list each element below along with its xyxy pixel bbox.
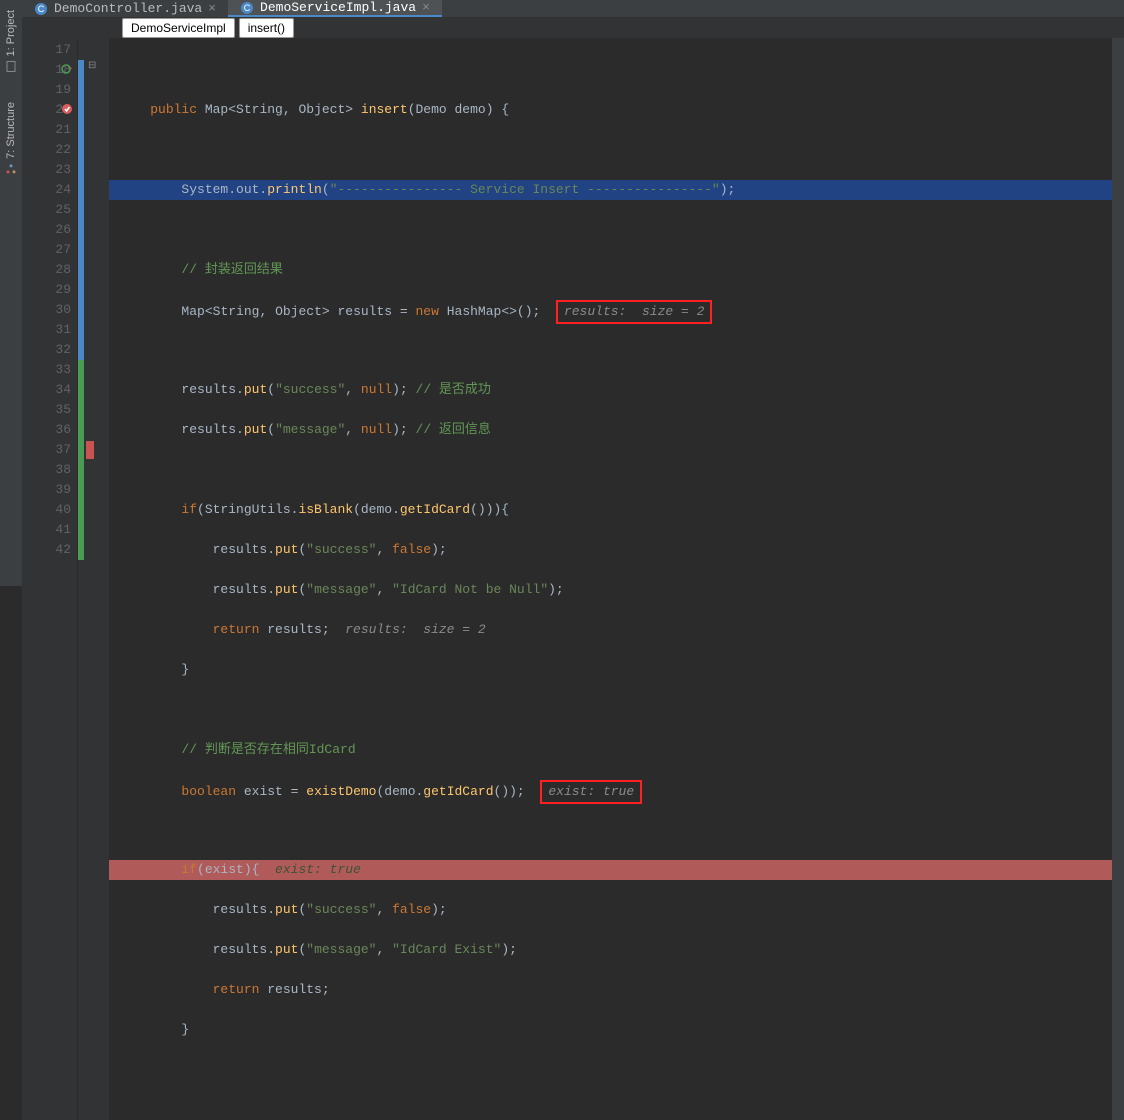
tab-label: DemoServiceImpl.java <box>260 0 416 15</box>
code-line <box>109 700 1124 720</box>
line-number: 20 <box>22 100 71 120</box>
code-line <box>109 140 1124 160</box>
tool-window-structure[interactable]: 7: Structure <box>5 102 17 175</box>
tool-window-project-label: 1: Project <box>5 10 17 56</box>
line-number: 42 <box>22 540 71 560</box>
vcs-added-strip <box>78 360 84 560</box>
code-line: results.put("success", null); // 是否成功 <box>109 380 1124 400</box>
line-number: 36 <box>22 420 71 440</box>
line-number: 31 <box>22 320 71 340</box>
breadcrumb-method[interactable]: insert() <box>239 18 294 38</box>
vcs-modified-strip <box>78 60 84 360</box>
project-icon <box>5 60 17 72</box>
debug-inlay-hint: results: size = 2 <box>556 300 712 324</box>
tool-window-bar: 1: Project 7: Structure <box>0 0 22 586</box>
scrollbar-track[interactable] <box>1112 38 1124 1120</box>
code-line: public Map<String, Object> insert(Demo d… <box>109 100 1124 120</box>
code-line <box>109 60 1124 80</box>
tool-window-project[interactable]: 1: Project <box>5 10 17 72</box>
debug-inlay-hint: results: size = 2 <box>330 622 486 637</box>
code-line: if(StringUtils.isBlank(demo.getIdCard())… <box>109 500 1124 520</box>
code-line-execution: if(exist){ exist: true <box>109 860 1124 880</box>
line-number: 30 <box>22 300 71 320</box>
code-line: } <box>109 660 1124 680</box>
line-number: 22 <box>22 140 71 160</box>
breadcrumb-class[interactable]: DemoServiceImpl <box>122 18 235 38</box>
line-number: 37 <box>22 440 71 460</box>
override-icon[interactable] <box>61 63 73 75</box>
svg-text:C: C <box>244 3 251 13</box>
code-line: results.put("success", false); <box>109 540 1124 560</box>
code-line: results.put("message", "IdCard Not be Nu… <box>109 580 1124 600</box>
line-number: 21 <box>22 120 71 140</box>
editor-tabs: C DemoController.java × C DemoServiceImp… <box>22 0 1124 18</box>
line-number: 24 <box>22 180 71 200</box>
code-line <box>109 1060 1124 1080</box>
line-number: 26 <box>22 220 71 240</box>
code-line: return results; <box>109 980 1124 1000</box>
code-line: return results; results: size = 2 <box>109 620 1124 640</box>
code-line <box>109 820 1124 840</box>
line-number: 18 <box>22 60 71 80</box>
line-number: 29 <box>22 280 71 300</box>
close-icon[interactable]: × <box>208 1 216 16</box>
code-line: results.put("message", null); // 返回信息 <box>109 420 1124 440</box>
tab-democontroller[interactable]: C DemoController.java × <box>22 0 228 17</box>
tab-demoserviceimpl[interactable]: C DemoServiceImpl.java × <box>228 0 442 17</box>
code-line <box>109 220 1124 240</box>
structure-icon <box>5 163 17 175</box>
code-line: // 封装返回结果 <box>109 260 1124 280</box>
java-class-icon: C <box>240 1 254 15</box>
line-number: 17 <box>22 40 71 60</box>
svg-text:C: C <box>38 4 45 14</box>
line-number: 25 <box>22 200 71 220</box>
code-line: // 判断是否存在相同IdCard <box>109 740 1124 760</box>
line-number: 19 <box>22 80 71 100</box>
code-line: results.put("message", "IdCard Exist"); <box>109 940 1124 960</box>
tab-label: DemoController.java <box>54 1 202 16</box>
code-text-area[interactable]: public Map<String, Object> insert(Demo d… <box>109 38 1124 1120</box>
line-number: 23 <box>22 160 71 180</box>
line-number: 28 <box>22 260 71 280</box>
code-line: } <box>109 1020 1124 1040</box>
line-number: 40 <box>22 500 71 520</box>
change-markers: ⊟ <box>77 38 109 1120</box>
debug-inlay-hint: exist: true <box>540 780 642 804</box>
close-icon[interactable]: × <box>422 0 430 15</box>
line-number: 39 <box>22 480 71 500</box>
debug-inlay-hint: exist: true <box>259 862 360 877</box>
code-line <box>109 340 1124 360</box>
line-number: 41 <box>22 520 71 540</box>
line-number: 35 <box>22 400 71 420</box>
breadcrumb: DemoServiceImpl insert() <box>22 18 1124 38</box>
line-number: 38 <box>22 460 71 480</box>
code-line-current: System.out.println("---------------- Ser… <box>109 180 1124 200</box>
breakpoint-icon[interactable] <box>61 103 73 115</box>
code-line: boolean exist = existDemo(demo.getIdCard… <box>109 780 1124 800</box>
code-line: Map<String, Object> results = new HashMa… <box>109 300 1124 320</box>
line-number: 33 <box>22 360 71 380</box>
line-number: 27 <box>22 240 71 260</box>
code-line <box>109 460 1124 480</box>
tool-window-structure-label: 7: Structure <box>5 102 17 159</box>
execution-point-marker <box>86 441 94 459</box>
line-number: 32 <box>22 340 71 360</box>
line-number-gutter: 17 18 19 20 21 22 23 24 25 26 27 28 29 3… <box>22 38 77 1120</box>
java-class-icon: C <box>34 2 48 16</box>
code-editor[interactable]: 17 18 19 20 21 22 23 24 25 26 27 28 29 3… <box>22 38 1124 1120</box>
line-number: 34 <box>22 380 71 400</box>
code-line: results.put("success", false); <box>109 900 1124 920</box>
fold-toggle-icon[interactable]: ⊟ <box>88 60 96 72</box>
